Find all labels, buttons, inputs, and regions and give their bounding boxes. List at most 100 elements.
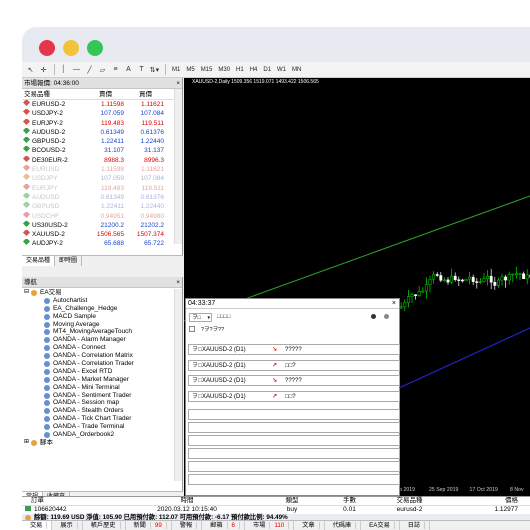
alert-row[interactable]: ヲ□XAUUSD-2 (D1) ↘????? bbox=[188, 344, 400, 355]
terminal-tab[interactable]: 警報 bbox=[172, 521, 203, 530]
market-watch-row[interactable]: GBPUSD 1.22411 1.22440 bbox=[22, 202, 182, 211]
navigator-item[interactable]: OANDA - Correlation Matrix bbox=[22, 352, 182, 360]
navigator-item[interactable]: Moving Average bbox=[22, 321, 182, 329]
zoom-window-button[interactable] bbox=[87, 40, 103, 56]
cursor-icon[interactable]: ↖ bbox=[25, 64, 36, 76]
navigator-item[interactable]: OANDA_Orderbook2 bbox=[22, 431, 182, 439]
market-watch-title: 市場報價: 04:36:00 × bbox=[22, 78, 182, 89]
navigator-item[interactable]: ⊟ EA交易 bbox=[22, 289, 182, 297]
alert-row[interactable]: ヲ□XAUUSD-2 (D1) ↘????? bbox=[188, 375, 400, 386]
market-watch-row[interactable]: AUDJPY-2 65.688 65.722 bbox=[22, 239, 182, 248]
navigator-item[interactable]: MT4_MovingAverageTouch bbox=[22, 328, 182, 336]
navigator-item[interactable]: Autochartist bbox=[22, 297, 182, 305]
navigator-item[interactable]: OANDA - Excel RTD bbox=[22, 368, 182, 376]
column-time[interactable]: 時間 bbox=[112, 497, 262, 505]
market-watch-row[interactable]: EURUSD 1.11598 1.11621 bbox=[22, 165, 182, 174]
navigator-item[interactable]: OANDA - Alarm Manager bbox=[22, 336, 182, 344]
terminal-tab[interactable]: 帳戶歷史 bbox=[83, 521, 126, 530]
navigator-item[interactable]: OANDA - Connect bbox=[22, 344, 182, 352]
terminal-tab[interactable]: 文章 bbox=[294, 521, 325, 530]
navigator-item[interactable]: EA_Challenge_Hedge bbox=[22, 305, 182, 313]
close-icon[interactable]: × bbox=[176, 277, 180, 288]
timeframe-m15[interactable]: M15 bbox=[201, 67, 213, 73]
close-icon[interactable]: × bbox=[392, 299, 396, 309]
ask-cell: 107.084 bbox=[140, 110, 165, 118]
column-ask[interactable]: 買價 bbox=[127, 89, 167, 99]
navigator-item[interactable]: OANDA - Mini Terminal bbox=[22, 384, 182, 392]
alert-type-select[interactable]: ヲ□ ▾ bbox=[189, 312, 212, 322]
terminal-tab[interactable]: 新聞 99 bbox=[126, 521, 172, 530]
terminal-tab[interactable]: EA交易 bbox=[361, 521, 400, 530]
timeframe-mn[interactable]: MN bbox=[292, 67, 301, 73]
column-lots[interactable]: 手數 bbox=[322, 497, 377, 505]
timeframe-d1[interactable]: D1 bbox=[263, 67, 271, 73]
symbol-cell: XAUUSD-2 bbox=[22, 230, 87, 239]
radio-icon[interactable] bbox=[371, 314, 376, 319]
timeframe-m1[interactable]: M1 bbox=[172, 67, 180, 73]
market-watch-row[interactable]: USDJPY-2 107.059 107.084 bbox=[22, 109, 182, 118]
market-watch-row[interactable]: US30USD-2 21200.2 21202.2 bbox=[22, 220, 182, 230]
market-watch-row[interactable]: DE30EUR-2 8988.3 8996.3 bbox=[22, 155, 182, 165]
terminal-tab[interactable]: 展示 bbox=[52, 521, 83, 530]
terminal-tab[interactable]: 郵箱 6 bbox=[202, 521, 245, 530]
minimize-window-button[interactable] bbox=[63, 40, 79, 56]
channel-icon[interactable]: ▱ bbox=[97, 64, 108, 76]
navigator-item[interactable]: OANDA - Sentiment Trader bbox=[22, 392, 182, 400]
alert-row[interactable]: ヲ□XAUUSD-2 (D1) ↗ □□? bbox=[188, 359, 400, 371]
market-watch-row[interactable]: EURJPY 119.483 119.511 bbox=[22, 183, 182, 193]
navigator-item[interactable]: OANDA - Session map bbox=[22, 399, 182, 407]
vertical-line-icon[interactable]: │ bbox=[58, 64, 69, 76]
arrows-icon[interactable]: ⇅▾ bbox=[149, 64, 160, 76]
timeframe-m30[interactable]: M30 bbox=[218, 67, 230, 73]
column-price[interactable]: 價格 bbox=[442, 497, 522, 505]
timeframe-h4[interactable]: H4 bbox=[250, 67, 258, 73]
navigator-item[interactable]: OANDA - Trade Terminal bbox=[22, 423, 182, 431]
trendline-icon[interactable]: ╱ bbox=[84, 64, 95, 76]
market-watch-row[interactable]: USDCHF 0.94951 0.94980 bbox=[22, 211, 182, 221]
timeframe-h1[interactable]: H1 bbox=[236, 67, 244, 73]
terminal-tab[interactable]: 代碼庫 bbox=[325, 521, 362, 530]
market-watch-row[interactable]: XAUUSD-2 1506.565 1507.374 bbox=[22, 230, 182, 239]
market-watch-row[interactable]: USDJPY 107.059 107.084 bbox=[22, 174, 182, 183]
navigator-item[interactable]: ⊞ 腳本 bbox=[22, 439, 182, 447]
market-watch-row[interactable]: EURUSD-2 1.11598 1.11621 bbox=[22, 100, 182, 109]
column-bid[interactable]: 賣價 bbox=[87, 89, 127, 99]
ask-cell: 1.11621 bbox=[140, 166, 164, 174]
market-watch-row[interactable]: AUDUSD 0.61349 0.61376 bbox=[22, 192, 182, 202]
market-watch-row[interactable]: GBPUSD-2 1.22411 1.22440 bbox=[22, 137, 182, 146]
column-type[interactable]: 類型 bbox=[262, 497, 322, 505]
market-watch-scrollbar[interactable] bbox=[174, 89, 182, 244]
fibonacci-icon[interactable]: ≡ bbox=[110, 64, 121, 76]
expand-icon[interactable]: ⊟ bbox=[24, 289, 31, 297]
navigator-item[interactable]: OANDA - Stealth Orders bbox=[22, 407, 182, 415]
terminal-tab[interactable]: 市場 110 bbox=[245, 521, 295, 530]
timeframe-m5[interactable]: M5 bbox=[186, 67, 194, 73]
close-icon[interactable]: × bbox=[176, 78, 180, 89]
navigator-item[interactable]: MACD Sample bbox=[22, 313, 182, 321]
alert-row[interactable]: ヲ□XAUUSD-2 (D1) ↗ □□? bbox=[188, 390, 400, 402]
radio-icon[interactable] bbox=[384, 314, 389, 319]
column-order[interactable]: 訂單 bbox=[22, 497, 112, 505]
column-symbol[interactable]: 交易品種 bbox=[377, 497, 442, 505]
horizontal-line-icon[interactable]: — bbox=[71, 64, 82, 76]
market-watch-row[interactable]: EURJPY-2 119.483 119.511 bbox=[22, 118, 182, 128]
crosshair-icon[interactable]: ✛ bbox=[38, 64, 49, 76]
close-window-button[interactable] bbox=[39, 40, 55, 56]
tab-tick-chart[interactable]: 即時圖 bbox=[55, 256, 83, 266]
expand-icon[interactable]: ⊞ bbox=[24, 439, 31, 447]
navigator-item[interactable]: OANDA - Tick Chart Trader bbox=[22, 415, 182, 423]
navigator-item[interactable]: OANDA - Correlation Trader bbox=[22, 360, 182, 368]
order-row[interactable]: 106620442 2020.03.12 10:15:40 buy 0.01 e… bbox=[22, 506, 530, 514]
market-watch-row[interactable]: AUDUSD-2 0.61349 0.61376 bbox=[22, 127, 182, 137]
navigator-scrollbar[interactable] bbox=[174, 289, 182, 481]
tab-symbols[interactable]: 交易品種 bbox=[22, 256, 56, 266]
terminal-tab[interactable]: 日誌 bbox=[400, 521, 431, 530]
column-symbol[interactable]: 交易品種 bbox=[22, 89, 87, 99]
text-tool-icon[interactable]: A bbox=[123, 64, 134, 76]
timeframe-w1[interactable]: W1 bbox=[277, 67, 286, 73]
market-watch-row[interactable]: BCOUSD-2 31.107 31.137 bbox=[22, 146, 182, 155]
navigator-item[interactable]: OANDA - Market Manager bbox=[22, 376, 182, 384]
text-label-icon[interactable]: T bbox=[136, 64, 147, 76]
checkbox-icon[interactable] bbox=[189, 326, 195, 332]
terminal-tab[interactable]: 交易 bbox=[22, 521, 53, 530]
